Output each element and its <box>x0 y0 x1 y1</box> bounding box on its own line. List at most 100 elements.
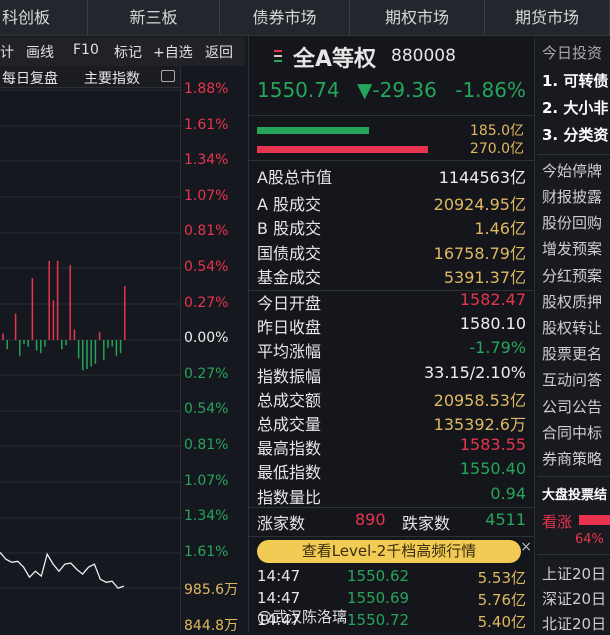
draw-line-button[interactable]: 画线 <box>26 42 54 62</box>
index-change-pct: -1.86% <box>455 78 526 102</box>
stat-value: 5391.37亿 <box>443 267 526 287</box>
back-button[interactable]: 返回 <box>205 42 233 62</box>
f10-button[interactable]: F10 <box>73 42 99 58</box>
stat-row: A 股成交 20924.95亿 <box>257 191 526 215</box>
stat-row: 今日开盘 1582.47 <box>257 290 526 314</box>
axis-pct-label: 1.61% <box>184 543 229 560</box>
tab-bond[interactable]: 债券市场 <box>220 0 350 36</box>
sidebar-menu-item[interactable]: 财报披露 <box>542 186 602 207</box>
tick-amount: 5.76亿 <box>477 591 526 609</box>
panel-toggle-icon[interactable] <box>161 70 175 82</box>
add-watchlist-button[interactable]: +自选 <box>153 42 193 62</box>
outflow-bar <box>257 127 369 134</box>
stat-value: 33.15/2.10% <box>423 362 526 382</box>
stat-row: 基金成交 5391.37亿 <box>257 264 526 288</box>
level2-banner[interactable]: 查看Level-2千档高频行情 <box>257 540 521 563</box>
daily-review-button[interactable]: 每日复盘 <box>2 68 58 88</box>
tick-price: 1550.69 <box>347 589 410 607</box>
tab-options[interactable]: 期权市场 <box>350 0 485 36</box>
stat-value: 1144563亿 <box>438 168 526 187</box>
market-20day-item[interactable]: 北证20日 <box>542 613 606 632</box>
sidebar-menu-item[interactable]: 互动问答 <box>542 369 602 390</box>
stat-label: 昨日收盘 <box>257 318 322 338</box>
stat-row: 指数量比 0.94 <box>257 484 526 508</box>
inflow-bar <box>257 146 428 153</box>
axis-divider <box>180 66 181 632</box>
axis-pct-label: 1.61% <box>184 116 229 133</box>
stat-value: 1.46亿 <box>474 219 526 239</box>
stat-value: 1550.40 <box>459 459 526 479</box>
sidebar-menu-item[interactable]: 增发预案 <box>542 238 602 259</box>
sidebar-menu-item[interactable]: 股权转让 <box>542 317 602 338</box>
stat-row: 总成交量 135392.6万 <box>257 411 526 435</box>
axis-pct-label: 1.34% <box>184 508 229 525</box>
stat-label: 总成交额 <box>257 390 322 410</box>
bull-label: 看涨 <box>542 513 573 531</box>
stat-label: 总成交量 <box>257 415 322 434</box>
sidebar-menu-item[interactable]: 今始停牌 <box>542 160 602 181</box>
stat-row: B 股成交 1.46亿 <box>257 215 526 239</box>
down-count-label: 跌家数 <box>402 514 451 533</box>
sidebar-news-item[interactable]: 1. 可转债 <box>542 70 608 91</box>
sidebar-menu-item[interactable]: 公司公告 <box>542 396 602 417</box>
sidebar-menu-item[interactable]: 分红预案 <box>542 265 602 286</box>
tick-amount: 5.53亿 <box>477 569 526 587</box>
bull-pct: 64% <box>575 532 604 547</box>
sidebar-menu-item[interactable]: 股票更名 <box>542 343 602 364</box>
axis-pct-label: 0.81% <box>184 437 229 453</box>
sidebar-menu-item[interactable]: 合同中标 <box>542 422 602 443</box>
tab-star-market[interactable]: 科创板 <box>0 0 88 36</box>
breadth-row: 涨家数 890 跌家数 4511 <box>257 510 526 534</box>
stat-row: 指数振幅 33.15/2.10% <box>257 363 526 387</box>
axis-pct-label: 0.54% <box>184 259 229 275</box>
up-count-label: 涨家数 <box>257 514 306 533</box>
stat-label: A 股成交 <box>257 195 322 214</box>
index-code: 880008 <box>391 46 456 66</box>
mark-button[interactable]: 标记 <box>114 42 142 62</box>
stat-label: 最低指数 <box>257 463 322 483</box>
tick-price: 1550.62 <box>347 567 410 585</box>
sidebar-menu-item[interactable]: 券商策略 <box>542 448 602 469</box>
stats-button[interactable]: 计 <box>0 42 14 62</box>
tick-amount: 5.40亿 <box>477 613 526 631</box>
tick-time: 14:47 <box>257 567 301 585</box>
divider <box>537 554 610 555</box>
stat-row: 最低指数 1550.40 <box>257 459 526 483</box>
stat-value: 16758.79亿 <box>433 243 526 263</box>
sidebar-news-item[interactable]: 3. 分类资 <box>542 124 608 145</box>
stat-row: A股总市值 1144563亿 <box>257 164 526 188</box>
close-icon[interactable]: × <box>520 539 532 555</box>
stat-label: 平均涨幅 <box>257 342 322 362</box>
sidebar-menu-item[interactable]: 股份回购 <box>542 212 602 233</box>
stat-value: 20924.95亿 <box>433 195 526 214</box>
stat-value: 1580.10 <box>459 314 526 334</box>
tab-neeq[interactable]: 新三板 <box>88 0 220 36</box>
main-index-button[interactable]: 主要指数 <box>84 68 140 88</box>
stat-value: 1582.47 <box>459 290 526 309</box>
stat-value: 1583.55 <box>459 435 526 455</box>
stat-label: 最高指数 <box>257 439 322 459</box>
sidebar-heading: 今日投资 <box>542 44 603 62</box>
sidebar-news-item[interactable]: 2. 大小非 <box>542 97 608 118</box>
chart-toolbar: 计 画线 F10 标记 +自选 返回 <box>0 37 245 66</box>
market-20day-item[interactable]: 深证20日 <box>542 588 606 609</box>
stat-row: 最高指数 1583.55 <box>257 435 526 459</box>
inflow-value: 270.0亿 <box>469 141 524 157</box>
menu-icon[interactable] <box>274 50 282 62</box>
axis-pct-label: 0.27% <box>184 294 229 311</box>
stat-value: -1.79% <box>469 338 526 358</box>
axis-pct-label: 0.27% <box>184 365 229 382</box>
news-sidebar: 今日投资 1. 可转债 2. 大小非 3. 分类资 今始停牌财报披露股份回购增发预案分红… <box>537 36 610 632</box>
tab-futures[interactable]: 期货市场 <box>485 0 610 36</box>
market-20day-item[interactable]: 上证20日 <box>542 563 606 584</box>
stat-row: 昨日收盘 1580.10 <box>257 314 526 338</box>
index-name: 全A等权 <box>293 47 377 72</box>
stat-row: 国债成交 16758.79亿 <box>257 240 526 264</box>
axis-pct-label: 1.07% <box>184 472 229 489</box>
axis-pct-label: 0.54% <box>184 401 229 418</box>
chart-subbar: 每日复盘 主要指数 <box>0 66 180 88</box>
stat-label: 基金成交 <box>257 267 322 287</box>
tick-row: 14:47 1550.62 5.53亿 <box>257 567 526 591</box>
axis-volume-label: 985.6万 <box>184 582 239 598</box>
sidebar-menu-item[interactable]: 股权质押 <box>542 291 602 312</box>
